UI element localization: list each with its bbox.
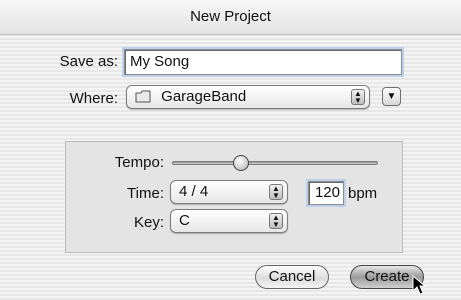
time-label: Time:: [127, 185, 164, 202]
where-selected: GarageBand: [161, 88, 247, 105]
cancel-button[interactable]: Cancel: [255, 265, 329, 289]
folder-icon: [135, 88, 151, 103]
tempo-slider[interactable]: [172, 161, 378, 165]
new-project-dialog: New Project Save as: My Song Where: Gara…: [0, 0, 461, 300]
time-popup[interactable]: 4 / 4 ▲ ▼: [170, 180, 288, 204]
save-as-field[interactable]: My Song: [124, 49, 402, 75]
where-label: Where:: [69, 90, 118, 107]
save-as-label: Save as:: [59, 53, 118, 70]
mouse-pointer-icon: [412, 274, 427, 295]
popup-arrows-icon: ▲ ▼: [269, 213, 283, 229]
window-title: New Project: [0, 0, 461, 35]
key-popup[interactable]: C ▲ ▼: [170, 209, 288, 233]
bpm-field[interactable]: 120: [308, 181, 344, 205]
where-popup[interactable]: GarageBand ▲ ▼: [126, 85, 370, 109]
tempo-slider-thumb[interactable]: [233, 155, 249, 171]
key-label: Key:: [133, 214, 164, 231]
tempo-label: Tempo:: [114, 154, 164, 171]
popup-arrows-icon: ▲ ▼: [351, 89, 365, 105]
bpm-unit: bpm: [348, 185, 378, 202]
popup-arrows-icon: ▲ ▼: [269, 184, 283, 200]
chevron-down-icon[interactable]: ▼: [382, 87, 401, 106]
key-selected: C: [179, 212, 190, 229]
time-selected: 4 / 4: [179, 183, 209, 200]
